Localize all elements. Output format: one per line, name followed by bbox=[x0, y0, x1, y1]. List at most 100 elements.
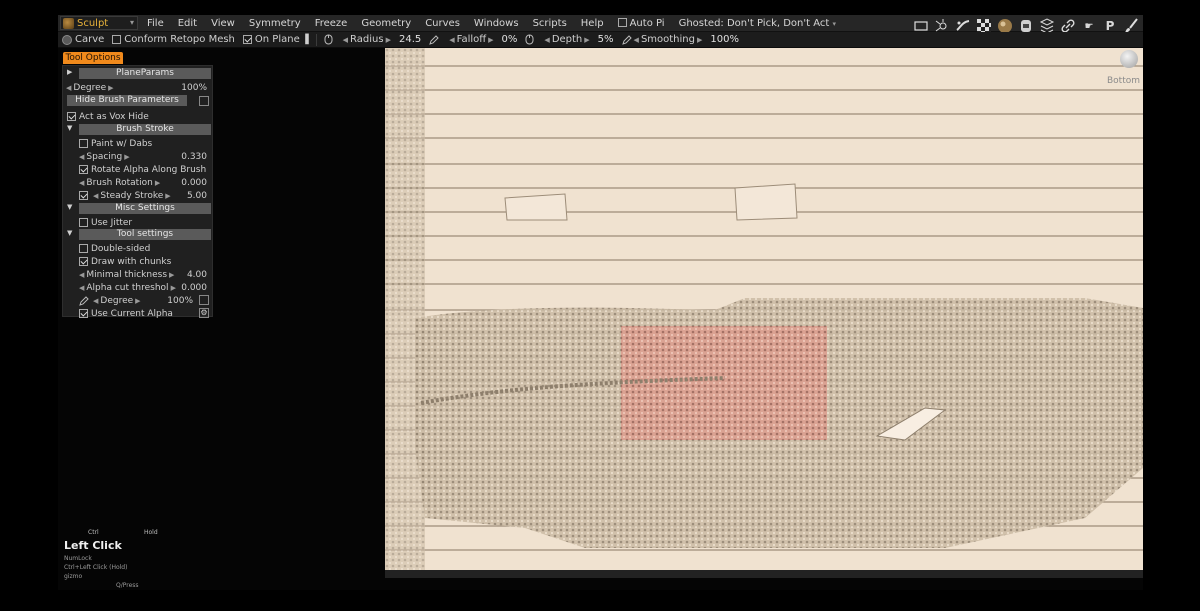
mouse-icon bbox=[525, 34, 534, 45]
decrement-arrow-icon[interactable]: ◀ bbox=[66, 84, 71, 92]
decrement-arrow-icon[interactable]: ◀ bbox=[79, 153, 84, 161]
pen-icon bbox=[621, 34, 632, 45]
falloff-value: 0% bbox=[501, 34, 518, 45]
increment-arrow-icon[interactable]: ▶ bbox=[165, 192, 170, 200]
on-plane-toggle[interactable]: On Plane ▐ bbox=[239, 34, 313, 45]
menu-help[interactable]: Help bbox=[574, 18, 611, 29]
room-selector-label: Sculpt bbox=[77, 17, 109, 29]
navigation-gizmo-icon[interactable] bbox=[1120, 50, 1138, 68]
menu-geometry[interactable]: Geometry bbox=[354, 18, 418, 29]
act-as-vox-hide-checkbox[interactable] bbox=[67, 112, 76, 121]
left-rough-edge bbox=[385, 48, 425, 578]
degree-pen-slider[interactable]: ◀ Degree ▶ 100% bbox=[63, 294, 212, 307]
ghosted-dropdown[interactable]: Ghosted: Don't Pick, Don't Act ▾ bbox=[672, 18, 843, 29]
collapse-triangle-icon[interactable]: ▼ bbox=[67, 124, 72, 132]
hint-ctrl-left-click: Ctrl+Left Click (Hold) bbox=[64, 564, 128, 571]
tool-settings-header[interactable]: Tool settings bbox=[79, 229, 211, 240]
menu-file[interactable]: File bbox=[140, 18, 171, 29]
decrement-arrow-icon[interactable]: ◀ bbox=[79, 284, 84, 292]
misc-settings-header[interactable]: Misc Settings bbox=[79, 203, 211, 214]
on-plane-checkbox[interactable] bbox=[242, 35, 252, 44]
steady-stroke-checkbox[interactable] bbox=[79, 191, 88, 200]
falloff-pen-icon-wrap[interactable] bbox=[425, 34, 443, 45]
use-current-alpha-checkbox[interactable] bbox=[79, 309, 88, 318]
use-jitter-checkbox[interactable] bbox=[79, 218, 88, 227]
brush-stroke-header[interactable]: Brush Stroke bbox=[79, 124, 211, 135]
menu-symmetry[interactable]: Symmetry bbox=[242, 18, 308, 29]
conform-retopo-toggle[interactable]: Conform Retopo Mesh bbox=[108, 34, 239, 45]
degree-slider[interactable]: ◀ Degree ▶ 100% bbox=[63, 81, 212, 94]
hint-left-click: Left Click bbox=[64, 539, 122, 552]
paint-w-dabs-option[interactable]: Paint w/ Dabs bbox=[63, 137, 212, 150]
3d-viewport[interactable]: Bottom bbox=[385, 48, 1143, 578]
minimal-thickness-slider[interactable]: ◀ Minimal thickness ▶ 4.00 bbox=[63, 268, 212, 281]
decrement-arrow-icon[interactable]: ◀ bbox=[544, 36, 549, 44]
increment-arrow-icon[interactable]: ▶ bbox=[386, 36, 391, 44]
steady-stroke-slider[interactable]: ◀ Steady Stroke ▶ 5.00 bbox=[63, 189, 212, 202]
mouse-depth-icon-wrap[interactable] bbox=[521, 34, 538, 45]
depth-slider[interactable]: ◀ Depth ▶ 5% bbox=[538, 34, 617, 45]
decrement-arrow-icon[interactable]: ◀ bbox=[79, 179, 84, 187]
falloff-slider[interactable]: ◀ Falloff ▶ 0% bbox=[443, 34, 521, 45]
spacing-label: Spacing bbox=[86, 151, 123, 162]
on-plane-label: On Plane bbox=[254, 34, 300, 45]
sculpt-surface[interactable] bbox=[385, 48, 1143, 578]
curve-editor-icon[interactable] bbox=[199, 295, 209, 305]
double-sided-checkbox[interactable] bbox=[79, 244, 88, 253]
decrement-arrow-icon[interactable]: ◀ bbox=[343, 36, 348, 44]
alpha-cut-threshold-slider[interactable]: ◀ Alpha cut threshol ▶ 0.000 bbox=[63, 281, 212, 294]
conform-retopo-checkbox[interactable] bbox=[112, 35, 122, 44]
menu-freeze[interactable]: Freeze bbox=[308, 18, 355, 29]
increment-arrow-icon[interactable]: ▶ bbox=[108, 84, 113, 92]
paint-w-dabs-checkbox[interactable] bbox=[79, 139, 88, 148]
smoothing-slider[interactable]: ◀ Smoothing ▶ 100% bbox=[618, 34, 743, 45]
auto-pick-checkbox[interactable] bbox=[617, 18, 627, 27]
draw-with-chunks-option[interactable]: Draw with chunks bbox=[63, 255, 212, 268]
expand-triangle-icon[interactable]: ▶ bbox=[67, 68, 72, 76]
rotate-alpha-checkbox[interactable] bbox=[79, 165, 88, 174]
tool-options-panel: ▶ PlaneParams ◀ Degree ▶ 100% Hide Brush… bbox=[62, 65, 213, 320]
collapse-triangle-icon[interactable]: ▼ bbox=[67, 203, 72, 211]
collapse-triangle-icon[interactable]: ▼ bbox=[67, 229, 72, 237]
pen-pressure-icon[interactable]: ▐ bbox=[302, 35, 309, 45]
carve-toggle[interactable]: Carve bbox=[58, 34, 108, 45]
use-jitter-option[interactable]: Use Jitter bbox=[63, 216, 212, 229]
use-current-alpha-label: Use Current Alpha bbox=[91, 308, 173, 319]
increment-arrow-icon[interactable]: ▶ bbox=[135, 297, 140, 305]
radius-slider[interactable]: ◀ Radius ▶ 24.5 bbox=[337, 34, 426, 45]
menu-windows[interactable]: Windows bbox=[467, 18, 526, 29]
spacing-slider[interactable]: ◀ Spacing ▶ 0.330 bbox=[63, 150, 212, 163]
brush-rotation-label: Brush Rotation bbox=[86, 177, 153, 188]
menu-scripts[interactable]: Scripts bbox=[526, 18, 574, 29]
mouse-radius-icon-wrap[interactable] bbox=[320, 34, 337, 45]
panel-options-icon[interactable] bbox=[199, 96, 209, 106]
use-current-alpha-option[interactable]: Use Current Alpha ⚙ bbox=[63, 307, 212, 320]
decrement-arrow-icon[interactable]: ◀ bbox=[93, 192, 98, 200]
increment-arrow-icon[interactable]: ▶ bbox=[584, 36, 589, 44]
menu-curves[interactable]: Curves bbox=[418, 18, 467, 29]
rotate-alpha-option[interactable]: Rotate Alpha Along Brush bbox=[63, 163, 212, 176]
increment-arrow-icon[interactable]: ▶ bbox=[488, 36, 493, 44]
decrement-arrow-icon[interactable]: ◀ bbox=[79, 271, 84, 279]
room-selector[interactable]: Sculpt ▾ bbox=[60, 16, 138, 30]
act-as-vox-hide-option[interactable]: Act as Vox Hide bbox=[63, 110, 212, 123]
gear-icon[interactable]: ⚙ bbox=[199, 308, 209, 318]
increment-arrow-icon[interactable]: ▶ bbox=[169, 271, 174, 279]
draw-with-chunks-checkbox[interactable] bbox=[79, 257, 88, 266]
tool-options-tab[interactable]: Tool Options bbox=[63, 52, 123, 64]
increment-arrow-icon[interactable]: ▶ bbox=[171, 284, 176, 292]
menu-edit[interactable]: Edit bbox=[171, 18, 204, 29]
menu-view[interactable]: View bbox=[204, 18, 242, 29]
double-sided-option[interactable]: Double-sided bbox=[63, 242, 212, 255]
increment-arrow-icon[interactable]: ▶ bbox=[155, 179, 160, 187]
brush-rotation-slider[interactable]: ◀ Brush Rotation ▶ 0.000 bbox=[63, 176, 212, 189]
auto-pick-toggle[interactable]: Auto Pi bbox=[611, 18, 672, 29]
decrement-arrow-icon[interactable]: ◀ bbox=[634, 36, 639, 44]
decrement-arrow-icon[interactable]: ◀ bbox=[93, 297, 98, 305]
hide-brush-params-button[interactable]: Hide Brush Parameters bbox=[67, 95, 187, 106]
decrement-arrow-icon[interactable]: ◀ bbox=[449, 36, 454, 44]
minimal-thickness-value: 4.00 bbox=[186, 269, 207, 280]
plane-params-header[interactable]: PlaneParams bbox=[79, 68, 211, 79]
increment-arrow-icon[interactable]: ▶ bbox=[124, 153, 129, 161]
increment-arrow-icon[interactable]: ▶ bbox=[697, 36, 702, 44]
